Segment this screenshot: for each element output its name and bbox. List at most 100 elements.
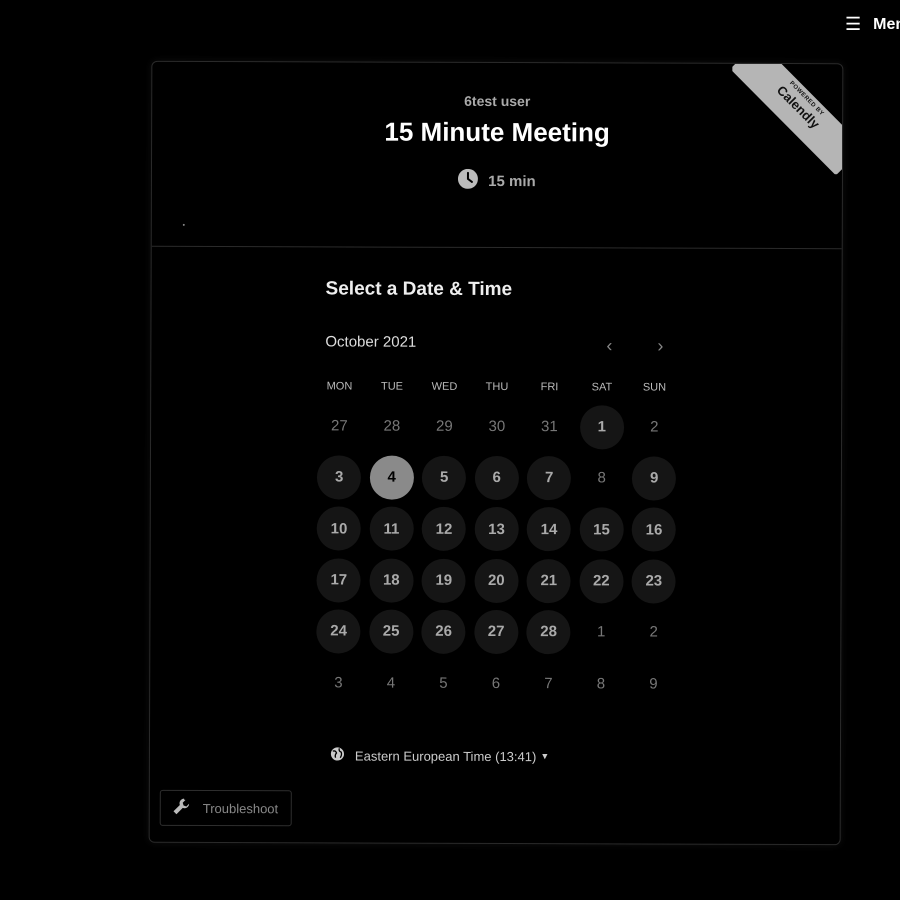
- calendar-day[interactable]: 19: [417, 555, 470, 606]
- calendar-day: 28: [366, 401, 419, 452]
- day-number: 2: [649, 623, 658, 641]
- day-number: 7: [544, 674, 553, 692]
- day-number: 9: [632, 456, 677, 501]
- calendar-day: 8: [575, 453, 628, 504]
- weekday-mon: MON: [326, 380, 353, 393]
- day-number: 26: [421, 609, 466, 654]
- calendar-day[interactable]: 1: [576, 401, 629, 452]
- calendar-day[interactable]: 14: [523, 504, 576, 555]
- clock-icon: [458, 168, 479, 193]
- calendar-day[interactable]: 6: [470, 452, 523, 503]
- selected-date[interactable]: 4: [365, 452, 418, 503]
- day-number: 1: [596, 623, 606, 641]
- day-number: 6: [474, 455, 519, 501]
- calendar-day[interactable]: 3: [313, 452, 366, 503]
- calendar-day: 7: [522, 658, 575, 709]
- calendar-day[interactable]: 27: [470, 606, 523, 657]
- day-number: 22: [579, 558, 624, 603]
- day-number: 17: [316, 557, 361, 603]
- calendar-day[interactable]: 21: [522, 555, 575, 606]
- weekday-header: MON TUE WED THU FRI SAT SUN: [313, 380, 683, 393]
- calendar-day[interactable]: 18: [365, 554, 418, 605]
- chevron-right-icon: ›: [657, 335, 664, 356]
- calendar-day: 1: [575, 606, 628, 657]
- day-number: 28: [526, 609, 571, 655]
- day-number: 7: [527, 456, 572, 501]
- calendar-day: 30: [471, 401, 524, 452]
- weekday-sun: SUN: [642, 381, 667, 394]
- day-number: 5: [439, 674, 448, 692]
- calendar-day[interactable]: 10: [313, 503, 366, 554]
- caret-down-icon: ▼: [540, 751, 550, 762]
- calendar-day: 29: [418, 401, 471, 452]
- day-number: 11: [369, 506, 414, 551]
- day-number: 16: [631, 507, 677, 552]
- day-number: 20: [474, 558, 519, 603]
- calendar-day[interactable]: 5: [418, 452, 471, 503]
- day-number: 29: [435, 417, 453, 435]
- calendar-day[interactable]: 23: [627, 555, 680, 606]
- calendar-day[interactable]: 17: [312, 554, 365, 605]
- day-number: 3: [334, 674, 343, 692]
- day-number: 8: [596, 674, 606, 693]
- weekday-sat: SAT: [591, 381, 613, 394]
- event-header: 6test user 15 Minute Meeting 15 min: [151, 61, 843, 250]
- duration-row: 15 min: [152, 168, 842, 194]
- prev-month-button[interactable]: ‹: [597, 333, 621, 357]
- day-number: 4: [369, 455, 414, 500]
- day-number: 18: [369, 558, 414, 603]
- calendar-day[interactable]: 11: [365, 503, 418, 554]
- calendar-day[interactable]: 7: [523, 452, 576, 503]
- calendar-day: 6: [470, 657, 523, 708]
- booking-card: POWERED BY Calendly 6test user 15 Minute…: [148, 60, 844, 846]
- calendar-day[interactable]: 15: [575, 504, 628, 555]
- month-navigation: October 2021 ‹ ›: [325, 332, 670, 357]
- top-menu[interactable]: ☰ Menu: [845, 14, 900, 35]
- day-number: 23: [631, 559, 676, 604]
- timezone-selector[interactable]: Eastern European Time (13:41) ▼: [330, 746, 549, 765]
- day-number: 30: [488, 418, 506, 436]
- calendar-day: 31: [523, 401, 576, 452]
- day-number: 4: [386, 674, 396, 692]
- calendar-day[interactable]: 16: [628, 504, 681, 555]
- calendar-day[interactable]: 25: [365, 606, 418, 657]
- divider-dot: [182, 223, 185, 226]
- day-number: 19: [421, 558, 466, 603]
- day-number: 21: [526, 558, 571, 603]
- section-title: Select a Date & Time: [325, 278, 513, 301]
- calendar-day[interactable]: 12: [418, 503, 471, 554]
- calendar-day: 2: [628, 401, 681, 452]
- next-month-button[interactable]: ›: [648, 334, 672, 358]
- calendar-day: 5: [417, 657, 470, 708]
- day-number: 1: [579, 404, 624, 450]
- days-grid: 27 28 29 30 31 1 2 3 4 5 6 7 8 9 10 11 12 13 14 15 16 17 18 19 2…: [312, 400, 683, 709]
- day-number: 12: [421, 506, 467, 552]
- day-number: 31: [540, 418, 558, 436]
- day-number: 10: [316, 506, 362, 551]
- calendar-day[interactable]: 26: [417, 606, 470, 657]
- calendar-day: 3: [312, 657, 365, 708]
- timezone-label: Eastern European Time (13:41): [354, 748, 537, 764]
- day-number: 3: [317, 455, 362, 500]
- day-number: 28: [383, 417, 401, 435]
- menu-label: Menu: [873, 15, 900, 33]
- day-number: 24: [316, 609, 361, 654]
- weekday-fri: FRI: [540, 381, 559, 394]
- calendar-day[interactable]: 9: [628, 453, 681, 504]
- calendar-grid: MON TUE WED THU FRI SAT SUN 27 28 29 30 31 1 2 3 4 5 6 7 8…: [312, 380, 683, 709]
- calendar-day: 9: [627, 658, 680, 709]
- calendar-day[interactable]: 13: [470, 504, 523, 555]
- calendar-day: 8: [575, 658, 628, 709]
- day-number: 8: [597, 469, 606, 487]
- troubleshoot-button[interactable]: Troubleshoot: [159, 789, 292, 827]
- weekday-wed: WED: [431, 380, 458, 393]
- calendar-day: 27: [313, 400, 366, 451]
- calendar-day[interactable]: 28: [522, 606, 575, 657]
- weekday-tue: TUE: [380, 380, 404, 393]
- calendar-day[interactable]: 24: [312, 606, 365, 657]
- day-number: 27: [330, 417, 348, 435]
- day-number: 2: [650, 418, 659, 436]
- duration-text: 15 min: [488, 172, 536, 190]
- calendar-day[interactable]: 22: [575, 555, 628, 606]
- calendar-day[interactable]: 20: [470, 555, 523, 606]
